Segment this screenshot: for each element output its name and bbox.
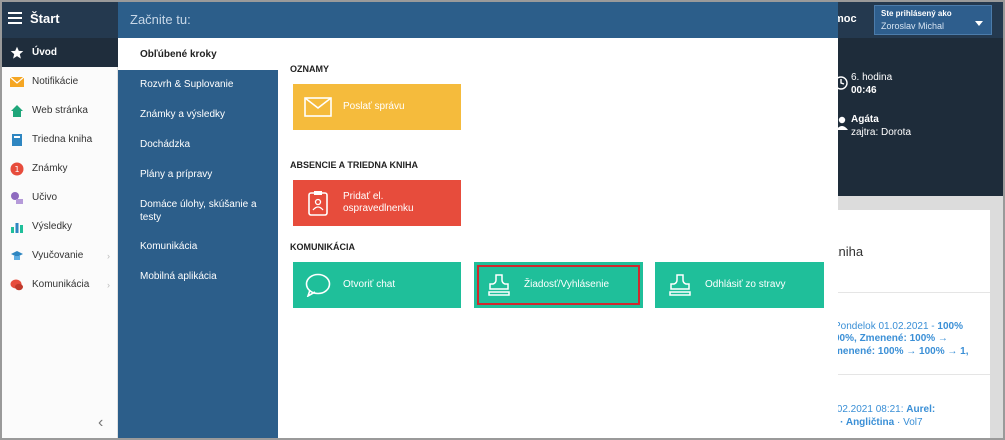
sidebar-item-label: Komunikácia (32, 279, 90, 290)
section-title-absence: ABSENCIE A TRIEDNA KNIHA (290, 160, 419, 170)
send-message-tile[interactable]: Poslať správu (293, 84, 461, 130)
category-communication[interactable]: Komunikácia (118, 240, 278, 253)
stamp-icon (474, 273, 524, 297)
user-dropdown[interactable]: Ste prihlásený ako Zoroslav Michal (874, 5, 992, 35)
sidebar-item-label: Známky (32, 163, 68, 174)
category-attendance[interactable]: Dochádzka (118, 138, 278, 151)
open-chat-tile[interactable]: Otvoriť chat (293, 262, 461, 308)
add-excuse-tile[interactable]: Pridať el. ospravedlnenku (293, 180, 461, 226)
dashboard-header-panel: 6. hodina 00:46 Agáta zajtra: Dorota (834, 38, 1003, 196)
sidebar-item-vysledky[interactable]: Výsledky (2, 212, 118, 241)
activity-entry-2[interactable]: .02.2021 08:21: Aurel: (834, 404, 935, 415)
start-overlay-header: Začnite tu: (118, 2, 838, 38)
sidebar-item-znamky[interactable]: 1 Známky (2, 154, 118, 183)
category-grades-results[interactable]: Známky a výsledky (118, 108, 278, 121)
sidebar-item-label: Triedna kniha (32, 134, 93, 145)
current-lesson: 6. hodina (851, 72, 893, 83)
chevron-down-icon (975, 21, 983, 26)
activity-card: kniha Pondelok 01.02.2021 - 100% 00%, Zm… (832, 210, 990, 438)
clipboard-icon (293, 190, 343, 216)
request-declaration-tile[interactable]: Žiadosť/Vyhlásenie (474, 262, 643, 308)
current-time: 00:46 (851, 85, 877, 96)
chevron-right-icon: › (107, 250, 110, 261)
collapse-sidebar-icon[interactable]: ‹ (98, 414, 103, 432)
tile-label: Žiadosť/Vyhlásenie (524, 279, 610, 290)
envelope-icon (293, 97, 343, 117)
tile-label: Otvoriť chat (343, 279, 396, 290)
chat-icon (10, 278, 24, 292)
sidebar-item-web-stranka[interactable]: Web stránka (2, 96, 118, 125)
sidebar-item-label: Web stránka (32, 105, 88, 116)
speech-bubble-icon (293, 273, 343, 297)
start-button[interactable]: Štart (30, 11, 60, 26)
activity-entry-1-line3: menené: 100% → 100% → 1, (834, 346, 969, 357)
sidebar: Úvod Notifikácie Web stránka Triedna kni… (2, 38, 118, 438)
category-plans[interactable]: Plány a prípravy (118, 168, 278, 181)
activity-entry-2-line2: t · Angličtina · Vol7 (834, 417, 923, 428)
category-homework-tests[interactable]: Domáce úlohy, skúšanie a testy (118, 198, 278, 224)
sidebar-item-komunikacia[interactable]: Komunikácia › (2, 270, 118, 299)
overlay-title: Začnite tu: (130, 12, 191, 27)
curriculum-icon (10, 191, 24, 205)
favorite-steps-panel: OZNAMY Poslať správu ABSENCIE A TRIEDNA … (278, 38, 838, 438)
app-window: Štart moc Ste prihlásený ako Zoroslav Mi… (0, 0, 1005, 440)
envelope-icon (10, 75, 24, 89)
sidebar-item-uvod[interactable]: Úvod (2, 38, 118, 67)
sidebar-item-label: Výsledky (32, 221, 73, 232)
tile-label: Odhlásiť zo stravy (705, 279, 786, 290)
tile-label: Pridať el. ospravedlnenku (343, 191, 414, 214)
tile-label: Poslať správu (343, 101, 405, 112)
grade-icon: 1 (10, 162, 24, 176)
section-title-communication: KOMUNIKÁCIA (290, 242, 355, 252)
category-mobile-app[interactable]: Mobilná aplikácia (118, 270, 278, 283)
teaching-icon (10, 249, 24, 263)
sidebar-item-ucivo[interactable]: Učivo (2, 183, 118, 212)
nameday-today: Agáta (851, 114, 879, 125)
sidebar-item-label: Vyučovanie (32, 250, 84, 261)
category-schedule[interactable]: Rozvrh & Suplovanie (118, 78, 278, 91)
activity-entry-1[interactable]: Pondelok 01.02.2021 - 100% (834, 321, 963, 332)
section-title-announcements: OZNAMY (290, 64, 329, 74)
category-favorite-steps[interactable]: Obľúbené kroky (118, 38, 278, 70)
book-icon (10, 133, 24, 147)
category-list: Obľúbené kroky Rozvrh & Suplovanie Známk… (118, 38, 278, 438)
home-icon (10, 104, 24, 118)
star-icon (10, 46, 24, 60)
logged-in-label: Ste prihlásený ako (881, 9, 952, 18)
sidebar-item-label: Učivo (32, 192, 58, 203)
hamburger-menu-icon[interactable] (8, 12, 22, 24)
sidebar-item-label: Úvod (32, 47, 57, 58)
sidebar-item-vyucovanie[interactable]: Vyučovanie › (2, 241, 118, 270)
sidebar-item-notifikacie[interactable]: Notifikácie (2, 67, 118, 96)
sidebar-item-label: Notifikácie (32, 76, 79, 87)
nameday-tomorrow: zajtra: Dorota (851, 127, 912, 138)
stamp-icon (655, 273, 705, 297)
sidebar-item-triedna-kniha[interactable]: Triedna kniha (2, 125, 118, 154)
meal-cancel-tile[interactable]: Odhlásiť zo stravy (655, 262, 824, 308)
chart-icon (10, 220, 24, 234)
svg-text:1: 1 (14, 165, 19, 174)
activity-entry-1-line2: 00%, Zmenené: 100% → (834, 333, 948, 344)
chevron-right-icon: › (107, 279, 110, 290)
user-name: Zoroslav Michal (881, 21, 945, 31)
